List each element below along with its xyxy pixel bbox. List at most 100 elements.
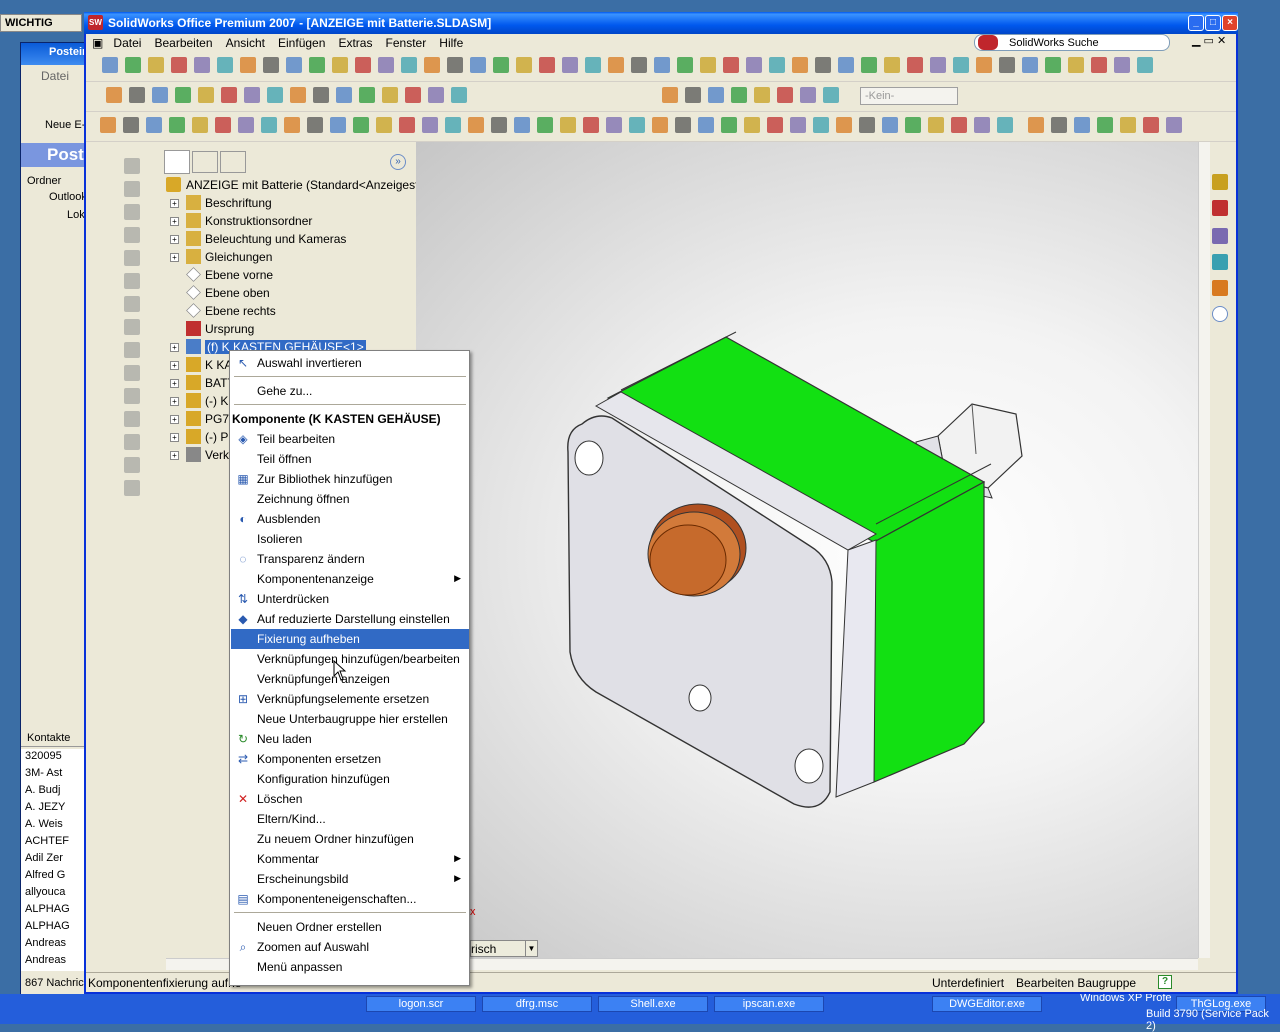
feature-tool-icon[interactable] (124, 457, 140, 473)
toolbar-tool-icon[interactable] (1045, 57, 1061, 73)
toolbar-tool-icon[interactable] (332, 57, 348, 73)
toolbar-tool-icon[interactable] (491, 117, 507, 133)
toolbar-tool-icon[interactable] (215, 117, 231, 133)
tree-item[interactable]: + Konstruktionsordner (162, 212, 412, 230)
toolbar-tool-icon[interactable] (1022, 57, 1038, 73)
tree-item[interactable]: Ebene rechts (162, 302, 412, 320)
toolbar-tool-icon[interactable] (731, 87, 747, 103)
toolbar-tool-icon[interactable] (238, 117, 254, 133)
toolbar-tool-icon[interactable] (800, 87, 816, 103)
mdi-controls[interactable]: ▁ ▭ ✕ (1192, 34, 1226, 47)
toolbar-tool-icon[interactable] (976, 57, 992, 73)
toolbar-tool-icon[interactable] (470, 57, 486, 73)
menu-datei[interactable]: Datei (108, 34, 146, 50)
view-orientation-select[interactable]: risch ▼ (470, 940, 538, 957)
context-menu-item[interactable]: ⇅ Unterdrücken (231, 589, 469, 609)
context-menu-item[interactable]: Komponentenanzeige ▶ (231, 569, 469, 589)
wichtig-tab[interactable]: WICHTIG (0, 14, 82, 32)
context-menu-item[interactable]: Zu neuem Ordner hinzufügen (231, 829, 469, 849)
toolbar-tool-icon[interactable] (999, 57, 1015, 73)
toolbar-tool-icon[interactable] (675, 117, 691, 133)
maximize-button[interactable]: □ (1205, 15, 1221, 31)
toolbar-tool-icon[interactable] (198, 87, 214, 103)
toolbar-tool-icon[interactable] (562, 57, 578, 73)
toolbar-tool-icon[interactable] (662, 87, 678, 103)
toolbar-tool-icon[interactable] (263, 57, 279, 73)
toolbar-tool-icon[interactable] (838, 57, 854, 73)
context-menu-item[interactable]: ◌ Transparenz ändern (231, 549, 469, 569)
toolbar-tool-icon[interactable] (953, 57, 969, 73)
outlook-sub[interactable]: Lok (67, 209, 85, 221)
toolbar-tool-icon[interactable] (359, 87, 375, 103)
tree-item[interactable]: Ursprung (162, 320, 412, 338)
toolbar-tool-icon[interactable] (493, 57, 509, 73)
context-menu-item[interactable]: Eltern/Kind... (231, 809, 469, 829)
toolbar-tool-icon[interactable] (267, 87, 283, 103)
context-menu-item[interactable]: Teil öffnen (231, 449, 469, 469)
toolbar-tool-icon[interactable] (629, 117, 645, 133)
context-menu-item[interactable]: Erscheinungsbild ▶ (231, 869, 469, 889)
toolbar-tool-icon[interactable] (652, 117, 668, 133)
context-menu-item[interactable]: ↻ Neu laden (231, 729, 469, 749)
toolbar-tool-icon[interactable] (284, 117, 300, 133)
toolbar-tool-icon[interactable] (175, 87, 191, 103)
expand-icon[interactable]: + (170, 343, 179, 352)
taskbar-item[interactable]: Shell.exe (598, 996, 708, 1012)
expand-icon[interactable]: + (170, 397, 179, 406)
tab-configuration-manager[interactable] (220, 151, 246, 173)
tree-root[interactable]: ANZEIGE mit Batterie (Standard<Anzeigest… (162, 176, 435, 194)
toolbar-tool-icon[interactable] (700, 57, 716, 73)
toolbar-tool-icon[interactable] (194, 57, 210, 73)
outlook-root[interactable]: Outlook (49, 191, 87, 203)
toolbar-tool-icon[interactable] (746, 57, 762, 73)
toolbar-tool-icon[interactable] (861, 57, 877, 73)
toolbar-tool-icon[interactable] (1051, 117, 1067, 133)
toolbar-tool-icon[interactable] (777, 87, 793, 103)
toolbar-tool-icon[interactable] (997, 117, 1013, 133)
toolbar-tool-icon[interactable] (708, 87, 724, 103)
context-menu-item[interactable]: ⊞ Verknüpfungselemente ersetzen (231, 689, 469, 709)
toolbar-tool-icon[interactable] (951, 117, 967, 133)
toolbar-tool-icon[interactable] (907, 57, 923, 73)
toolbar-tool-icon[interactable] (100, 117, 116, 133)
tree-item[interactable]: + Gleichungen (162, 248, 412, 266)
toolbar-tool-icon[interactable] (928, 117, 944, 133)
toolbar-tool-icon[interactable] (790, 117, 806, 133)
task-pane-icon[interactable] (1212, 200, 1228, 216)
tab-property-manager[interactable] (192, 151, 218, 173)
toolbar-tool-icon[interactable] (451, 87, 467, 103)
context-menu-item[interactable]: Gehe zu... (231, 381, 469, 401)
toolbar-tool-icon[interactable] (129, 87, 145, 103)
expand-icon[interactable]: + (170, 451, 179, 460)
context-menu-item[interactable]: ⇄ Komponenten ersetzen (231, 749, 469, 769)
context-menu-item[interactable]: ◈ Teil bearbeiten (231, 429, 469, 449)
toolbar-tool-icon[interactable] (399, 117, 415, 133)
toolbar-tool-icon[interactable] (313, 87, 329, 103)
taskbar-item[interactable]: DWGEditor.exe (932, 996, 1042, 1012)
toolbar-tool-icon[interactable] (685, 87, 701, 103)
menu-einfuegen[interactable]: Einfügen (273, 34, 330, 50)
toolbar-tool-icon[interactable] (261, 117, 277, 133)
toolbar-tool-icon[interactable] (171, 57, 187, 73)
toolbar-tool-icon[interactable] (631, 57, 647, 73)
toolbar-tool-icon[interactable] (355, 57, 371, 73)
toolbar-tool-icon[interactable] (930, 57, 946, 73)
feature-tool-icon[interactable] (124, 296, 140, 312)
toolbar-tool-icon[interactable] (514, 117, 530, 133)
tree-item[interactable]: + Beschriftung (162, 194, 412, 212)
toolbar-tool-icon[interactable] (754, 87, 770, 103)
context-menu-item[interactable]: Isolieren (231, 529, 469, 549)
menu-bearbeiten[interactable]: Bearbeiten (149, 34, 217, 50)
toolbar-tool-icon[interactable] (244, 87, 260, 103)
toolbar-tool-icon[interactable] (1068, 57, 1084, 73)
feature-tool-icon[interactable] (124, 273, 140, 289)
toolbar-tool-icon[interactable] (767, 117, 783, 133)
feature-tool-icon[interactable] (124, 158, 140, 174)
toolbar-tool-icon[interactable] (123, 117, 139, 133)
tree-item[interactable]: Ebene vorne (162, 266, 412, 284)
toolbar-tool-icon[interactable] (815, 57, 831, 73)
context-menu-item[interactable]: Verknüpfungen hinzufügen/bearbeiten (231, 649, 469, 669)
task-pane-icon[interactable] (1212, 228, 1228, 244)
expand-icon[interactable]: + (170, 199, 179, 208)
toolbar-tool-icon[interactable] (307, 117, 323, 133)
